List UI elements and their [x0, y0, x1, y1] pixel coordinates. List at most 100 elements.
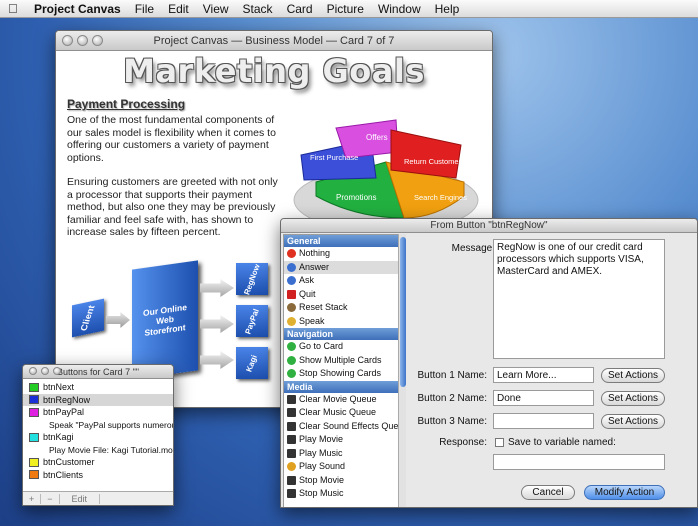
color-swatch	[29, 470, 39, 480]
pie-label-first-purchase: First Purchase	[310, 153, 358, 162]
x-icon	[287, 289, 296, 299]
storefront-label: Our Online Web Storefront	[143, 301, 187, 338]
regnow-label: RegNow	[242, 262, 262, 296]
client-label: Client	[79, 304, 97, 332]
action-list: General Nothing Answer Ask Quit Reset St…	[283, 234, 399, 507]
action-go-to-card[interactable]: Go to Card	[284, 340, 398, 354]
list-item-btnnext[interactable]: btnNext	[23, 381, 173, 394]
section-heading: Payment Processing	[67, 97, 186, 111]
pie-label-promotions: Promotions	[336, 193, 376, 202]
color-swatch	[29, 382, 39, 392]
button2-set-actions[interactable]: Set Actions	[601, 391, 665, 406]
paragraph-1: One of the most fundamental components o…	[67, 114, 276, 164]
section-general: General	[284, 235, 398, 247]
kagi-box[interactable]: Kagi	[236, 347, 268, 379]
dialog-titlebar[interactable]: From Button "btnRegNow"	[281, 219, 697, 233]
button3-name-field[interactable]	[493, 413, 594, 429]
action-ask[interactable]: Ask	[284, 274, 398, 288]
close-button[interactable]	[62, 35, 73, 46]
buttons-window-toolbar: + − Edit	[23, 491, 173, 505]
message-label: Message:	[451, 243, 495, 254]
paypal-box[interactable]: PayPal	[236, 305, 268, 337]
button1-set-actions[interactable]: Set Actions	[601, 368, 665, 383]
list-item-btncustomer[interactable]: btnCustomer	[23, 456, 173, 469]
action-reset-stack[interactable]: Reset Stack	[284, 301, 398, 315]
action-stop-showing-cards[interactable]: Stop Showing Cards	[284, 367, 398, 381]
button2-name-field[interactable]: Done	[493, 390, 594, 406]
action-list-scrollbar[interactable]	[398, 234, 406, 507]
speech-bubble-icon	[287, 262, 296, 272]
modify-action-button[interactable]: Modify Action	[584, 485, 665, 500]
zoom-button[interactable]	[92, 35, 103, 46]
slide-title: Marketing Goals	[123, 52, 425, 90]
zoom-button[interactable]	[53, 367, 61, 375]
action-play-music[interactable]: Play Music	[284, 447, 398, 461]
kagi-label: Kagi	[244, 353, 260, 373]
menu-window[interactable]: Window	[378, 2, 421, 16]
client-box[interactable]: Client	[72, 298, 104, 338]
menu-app-name[interactable]: Project Canvas	[34, 2, 121, 16]
list-item-btnregnow[interactable]: btnRegNow	[23, 393, 173, 406]
variable-name-field[interactable]	[493, 454, 665, 470]
window-controls	[62, 35, 103, 46]
minimize-button[interactable]	[41, 367, 49, 375]
action-speak[interactable]: Speak	[284, 315, 398, 329]
remove-button[interactable]: −	[41, 493, 60, 504]
storefront-box[interactable]: Our Online Web Storefront	[132, 260, 198, 380]
scrollbar-thumb[interactable]	[400, 237, 406, 387]
arrow-to-regnow	[200, 279, 234, 297]
film-icon	[287, 448, 296, 458]
color-swatch	[29, 407, 39, 417]
button1-name-field[interactable]: Learn More...	[493, 367, 594, 383]
minimize-button[interactable]	[77, 35, 88, 46]
action-nothing[interactable]: Nothing	[284, 247, 398, 261]
buttons-list: btnNext btnRegNow btnPayPal Speak "PayPa…	[23, 379, 173, 481]
button3-label: Button 3 Name:	[417, 416, 487, 427]
action-clear-music-queue[interactable]: Clear Music Queue	[284, 406, 398, 420]
film-icon	[287, 435, 296, 445]
add-button[interactable]: +	[23, 493, 42, 504]
list-item-btnclients[interactable]: btnClients	[23, 469, 173, 482]
action-stop-music[interactable]: Stop Music	[284, 487, 398, 501]
card-window-title: Project Canvas — Business Model — Card 7…	[153, 35, 395, 47]
menu-picture[interactable]: Picture	[327, 2, 364, 16]
action-stop-movie[interactable]: Stop Movie	[284, 474, 398, 488]
regnow-box[interactable]: RegNow	[236, 262, 268, 296]
color-swatch	[29, 395, 39, 405]
list-item-btnkagi[interactable]: btnKagi	[23, 431, 173, 444]
action-answer[interactable]: Answer	[284, 260, 398, 274]
buttons-list-window: Buttons for Card 7 "" btnNext btnRegNow …	[22, 364, 174, 506]
reset-icon	[287, 303, 296, 313]
menu-edit[interactable]: Edit	[168, 2, 189, 16]
menu-stack[interactable]: Stack	[243, 2, 273, 16]
action-clear-movie-queue[interactable]: Clear Movie Queue	[284, 393, 398, 407]
card-window-titlebar[interactable]: Project Canvas — Business Model — Card 7…	[56, 31, 492, 51]
section-media: Media	[284, 380, 398, 393]
save-variable-label: Save to variable named:	[508, 437, 616, 448]
menu-file[interactable]: File	[135, 2, 154, 16]
menu-help[interactable]: Help	[435, 2, 460, 16]
action-clear-sound-effects-queue[interactable]: Clear Sound Effects Queue	[284, 420, 398, 434]
action-quit[interactable]: Quit	[284, 288, 398, 302]
list-item-action[interactable]: Speak "PayPal supports numerous payme...	[23, 419, 173, 432]
list-item-btnpaypal[interactable]: btnPayPal	[23, 406, 173, 419]
arrow-to-paypal	[200, 315, 234, 333]
button2-label: Button 2 Name:	[417, 393, 487, 404]
close-button[interactable]	[29, 367, 37, 375]
menu-view[interactable]: View	[203, 2, 229, 16]
list-item-action[interactable]: Play Movie File: Kagi Tutorial.mov	[23, 444, 173, 457]
cancel-button[interactable]: Cancel	[521, 485, 575, 500]
edit-button[interactable]: Edit	[60, 493, 101, 504]
apple-icon[interactable]: 	[8, 1, 24, 16]
action-play-sound[interactable]: Play Sound	[284, 460, 398, 474]
buttons-window-titlebar[interactable]: Buttons for Card 7 ""	[23, 365, 173, 379]
save-variable-checkbox[interactable]	[495, 438, 504, 447]
message-textarea[interactable]: RegNow is one of our credit card process…	[493, 239, 665, 359]
color-swatch	[29, 432, 39, 442]
action-show-multiple-cards[interactable]: Show Multiple Cards	[284, 354, 398, 368]
action-play-movie[interactable]: Play Movie	[284, 433, 398, 447]
pie-label-search-engines: Search Engines	[414, 193, 467, 202]
button3-set-actions[interactable]: Set Actions	[601, 414, 665, 429]
slice-return-customers[interactable]	[390, 129, 462, 179]
menu-card[interactable]: Card	[287, 2, 313, 16]
